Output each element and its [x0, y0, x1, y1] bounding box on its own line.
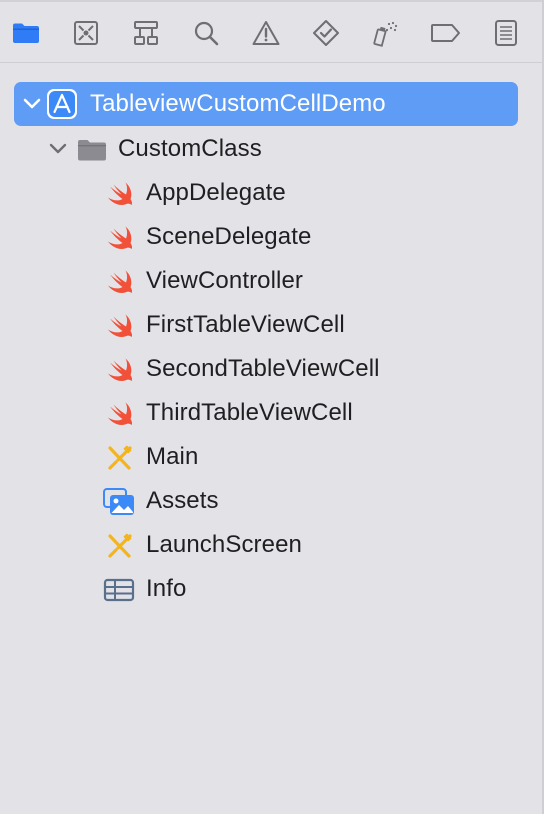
file-label: Main: [146, 443, 199, 470]
project-navigator: TableviewCustomCellDemo CustomClass AppD…: [0, 0, 544, 814]
find-navigator-icon: [194, 21, 219, 46]
swift-file-icon: [104, 222, 136, 254]
source-control-navigator-button[interactable]: [68, 15, 104, 51]
debug-navigator-button[interactable]: [368, 15, 404, 51]
symbol-navigator-button[interactable]: [128, 15, 164, 51]
plist-icon: [103, 574, 135, 606]
swift-file-icon: [104, 266, 136, 298]
storyboard-icon: [104, 530, 136, 562]
folder-icon: [76, 134, 108, 166]
swift-file-icon: [104, 354, 136, 386]
file-label: LaunchScreen: [146, 531, 302, 558]
file-label: Assets: [146, 487, 219, 514]
file-label: ThirdTableViewCell: [146, 399, 353, 426]
tree-row-file[interactable]: AppDelegate: [0, 174, 544, 214]
breakpoint-navigator-button[interactable]: [428, 15, 464, 51]
file-label: SecondTableViewCell: [146, 355, 380, 382]
issue-navigator-icon: [252, 21, 280, 45]
tree-row-file[interactable]: Main: [0, 438, 544, 478]
debug-navigator-icon: [373, 21, 398, 47]
find-navigator-button[interactable]: [188, 15, 224, 51]
report-navigator-button[interactable]: [488, 15, 524, 51]
symbol-navigator-icon: [134, 21, 158, 45]
project-label: TableviewCustomCellDemo: [90, 90, 386, 117]
report-navigator-icon: [495, 20, 517, 46]
chevron-down-icon[interactable]: [22, 94, 42, 114]
file-label: Info: [146, 575, 187, 602]
storyboard-icon: [104, 442, 136, 474]
tree-row-file[interactable]: SceneDelegate: [0, 218, 544, 258]
project-navigator-icon: [13, 23, 39, 43]
tree-row-file[interactable]: FirstTableViewCell: [0, 306, 544, 346]
test-navigator-button[interactable]: [308, 15, 344, 51]
tree-row-file[interactable]: ThirdTableViewCell: [0, 394, 544, 434]
file-label: FirstTableViewCell: [146, 311, 345, 338]
tree-row-file[interactable]: SecondTableViewCell: [0, 350, 544, 390]
project-navigator-button[interactable]: [8, 15, 44, 51]
breakpoint-navigator-icon: [431, 24, 460, 42]
chevron-down-icon[interactable]: [48, 139, 68, 159]
group-label: CustomClass: [118, 135, 262, 162]
navigator-toolbar: [0, 0, 544, 63]
source-control-navigator-icon: [74, 21, 98, 45]
xcode-project-icon: [46, 88, 78, 120]
issue-navigator-button[interactable]: [248, 15, 284, 51]
swift-file-icon: [104, 310, 136, 342]
tree-row-group[interactable]: CustomClass: [0, 130, 544, 170]
file-label: AppDelegate: [146, 179, 286, 206]
tree-row-file[interactable]: LaunchScreen: [0, 526, 544, 566]
test-navigator-icon: [313, 20, 339, 46]
file-label: SceneDelegate: [146, 223, 312, 250]
tree-row-file[interactable]: Assets: [0, 482, 544, 522]
file-label: ViewController: [146, 267, 304, 294]
tree-row-project[interactable]: TableviewCustomCellDemo: [0, 82, 544, 126]
tree-row-file[interactable]: ViewController: [0, 262, 544, 302]
tree-row-file[interactable]: Info: [0, 570, 544, 610]
swift-file-icon: [104, 178, 136, 210]
swift-file-icon: [104, 398, 136, 430]
asset-catalog-icon: [103, 486, 135, 518]
